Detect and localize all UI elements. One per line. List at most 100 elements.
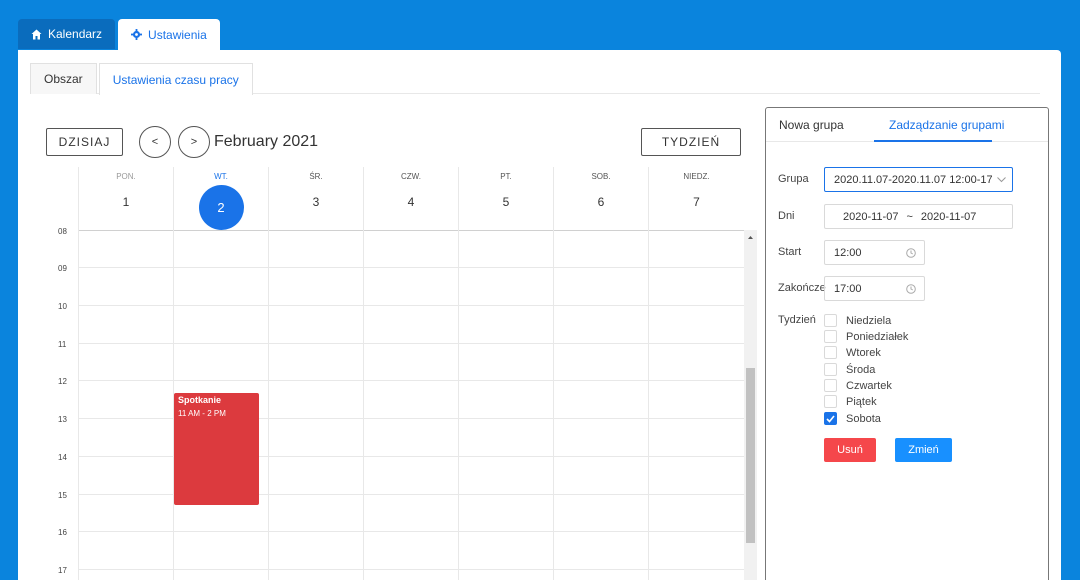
checkbox-niedziela[interactable]: Niedziela <box>824 314 891 327</box>
event-time: 11 AM - 2 PM <box>178 409 226 418</box>
day-header[interactable]: ŚR. 3 <box>268 167 363 230</box>
calendar-event[interactable]: Spotkanie 11 AM - 2 PM <box>174 393 259 505</box>
day-number: 3 <box>312 195 320 209</box>
clock-icon <box>906 284 916 294</box>
hour-label: 12 <box>58 377 67 386</box>
week-calendar: PON. 1 WT. 2 ŚR. 3 CZW. 4 PT. 5 SOB. 6 N… <box>40 167 765 580</box>
checkbox-label: Sobota <box>846 412 881 425</box>
checkbox-label: Niedziela <box>846 314 892 327</box>
checkbox-poniedzialek[interactable]: Poniedziałek <box>824 330 908 343</box>
hour-row[interactable] <box>78 305 744 306</box>
chevron-down-icon <box>997 177 1006 183</box>
day-column-divider <box>268 230 269 580</box>
month-title: February 2021 <box>214 133 319 150</box>
tab-ustawienia-czasu-pracy[interactable]: Ustawienia czasu pracy <box>98 63 253 95</box>
hour-row[interactable] <box>78 569 744 570</box>
group-select[interactable]: 2020.11.07-2020.11.07 12:00-17 <box>824 167 1013 192</box>
checkbox[interactable] <box>824 314 837 327</box>
active-tab-indicator <box>874 140 992 142</box>
day-header[interactable]: PON. 1 <box>78 167 173 230</box>
checkbox[interactable] <box>824 363 837 376</box>
hour-row[interactable] <box>78 380 744 381</box>
day-name: PT. <box>500 172 512 181</box>
hour-label: 15 <box>58 491 67 500</box>
tab-kalendarz-label: Kalendarz <box>48 27 103 41</box>
day-header[interactable]: PT. 5 <box>458 167 553 230</box>
day-number: 4 <box>407 195 415 209</box>
date-from: 2020-11-07 <box>843 210 899 223</box>
tab-ustawienia[interactable]: Ustawienia <box>118 19 220 50</box>
date-range-separator: ~ <box>906 210 913 223</box>
checkbox-checked[interactable] <box>824 412 837 425</box>
day-name: CZW. <box>401 172 421 181</box>
hour-row[interactable] <box>78 531 744 532</box>
start-time-picker[interactable]: 12:00 <box>824 240 925 265</box>
end-time-picker[interactable]: 17:00 <box>824 276 925 301</box>
side-tab-bar: Nowa grupa Zadządzanie grupami <box>766 108 1048 142</box>
days-label: Dni <box>778 210 795 222</box>
tab-nowa-grupa[interactable]: Nowa grupa <box>779 118 844 132</box>
clock-icon <box>906 248 916 258</box>
hour-row[interactable] <box>78 267 744 268</box>
hour-label: 10 <box>58 302 67 311</box>
checkbox-label: Czwartek <box>846 379 892 392</box>
home-icon <box>31 29 42 39</box>
next-week-button[interactable]: > <box>178 126 210 158</box>
hour-label: 13 <box>58 415 67 424</box>
hour-label: 17 <box>58 566 67 575</box>
hour-row[interactable] <box>78 343 744 344</box>
end-label: Zakończe <box>778 282 826 294</box>
day-number: 7 <box>693 195 700 209</box>
date-range-picker[interactable]: 2020-11-07 ~ 2020-11-07 <box>824 204 1013 229</box>
tab-obszar[interactable]: Obszar <box>30 63 97 94</box>
day-header[interactable]: CZW. 4 <box>363 167 458 230</box>
hour-label: 11 <box>58 340 67 349</box>
hour-label: 09 <box>58 264 67 273</box>
change-button[interactable]: Zmień <box>895 438 952 462</box>
delete-button[interactable]: Usuń <box>824 438 876 462</box>
calendar-scrollbar[interactable] <box>744 230 757 580</box>
checkbox-sobota[interactable]: Sobota <box>824 412 881 425</box>
week-label: Tydzień <box>778 314 816 326</box>
tab-zarzadzanie-grupami[interactable]: Zadządzanie grupami <box>889 118 1004 132</box>
checkbox[interactable] <box>824 330 837 343</box>
settings-panel: Obszar Ustawienia czasu pracy DZISIAJ < … <box>18 50 1061 580</box>
hour-label: 16 <box>58 528 67 537</box>
checkbox[interactable] <box>824 346 837 359</box>
scroll-thumb[interactable] <box>746 368 755 543</box>
group-label: Grupa <box>778 173 809 185</box>
prev-week-button[interactable]: < <box>139 126 171 158</box>
today-button[interactable]: DZISIAJ <box>46 128 123 156</box>
scroll-up-arrow-icon[interactable] <box>744 233 757 243</box>
group-settings-panel: Nowa grupa Zadządzanie grupami Grupa 202… <box>765 107 1049 580</box>
checkbox-label: Piątek <box>846 395 877 408</box>
day-name: NIEDZ. <box>683 172 710 181</box>
day-header[interactable]: NIEDZ. 7 <box>648 167 744 230</box>
date-to: 2020-11-07 <box>920 210 977 223</box>
day-name: SOB. <box>591 172 611 181</box>
day-number: 5 <box>502 195 510 209</box>
end-time-value: 17:00 <box>834 282 862 295</box>
checkbox-czwartek[interactable]: Czwartek <box>824 379 892 392</box>
view-week-button[interactable]: TYDZIEŃ <box>641 128 741 156</box>
tab-ustawienia-label: Ustawienia <box>148 27 207 42</box>
checkbox-sroda[interactable]: Środa <box>824 363 875 376</box>
group-select-value: 2020.11.07-2020.11.07 12:00-17 <box>834 173 992 186</box>
checkbox[interactable] <box>824 379 837 392</box>
day-header-today[interactable]: WT. 2 <box>173 167 268 230</box>
checkbox-piatek[interactable]: Piątek <box>824 395 877 408</box>
checkmark-icon <box>826 414 835 423</box>
checkbox[interactable] <box>824 395 837 408</box>
tab-kalendarz[interactable]: Kalendarz <box>18 19 116 49</box>
checkbox-label: Środa <box>846 363 876 376</box>
start-time-value: 12:00 <box>834 246 862 259</box>
day-header[interactable]: SOB. 6 <box>553 167 648 230</box>
checkbox-wtorek[interactable]: Wtorek <box>824 346 881 359</box>
sub-tab-bar: Obszar Ustawienia czasu pracy <box>30 63 1040 95</box>
day-column-divider <box>78 230 79 580</box>
event-title: Spotkanie <box>178 395 222 405</box>
day-column-divider <box>648 230 649 580</box>
day-column-divider <box>458 230 459 580</box>
day-column-divider <box>363 230 364 580</box>
hour-label: 14 <box>58 453 67 462</box>
